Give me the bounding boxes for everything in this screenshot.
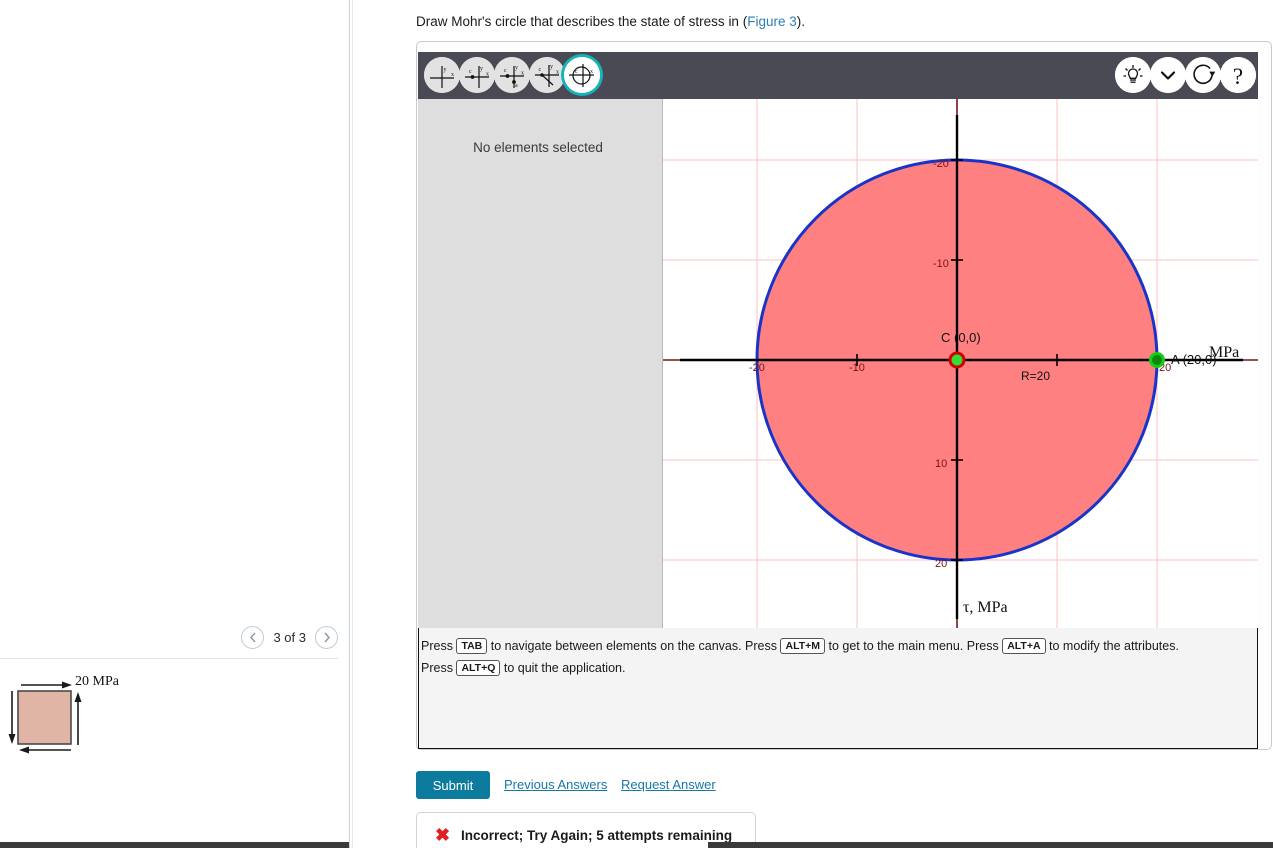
question-prompt: Draw Mohr's circle that describes the st…: [416, 14, 805, 29]
svg-text:y: y: [515, 65, 518, 71]
svg-text:x: x: [590, 69, 593, 75]
pager-divider: [0, 658, 338, 659]
svg-text:x: x: [451, 72, 454, 78]
chevron-down-icon: [1150, 57, 1186, 93]
svg-text:c: c: [539, 67, 542, 73]
key-alt-m: ALT+M: [780, 638, 825, 654]
tool-axes-button[interactable]: y x: [424, 57, 460, 93]
question-prefix: Draw Mohr's circle that describes the st…: [416, 14, 748, 29]
stress-square: [17, 690, 72, 745]
error-x-icon: ✖: [435, 825, 451, 845]
key-alt-q: ALT+Q: [456, 660, 501, 676]
page-root: 3 of 3 20 MPa Draw Mohr's circle that de…: [0, 0, 1273, 848]
tau-axis-label: τ, MPa: [963, 599, 1008, 616]
circle-two-point-tool-icon: c y x a: [494, 57, 530, 93]
bottom-bar-left: [0, 842, 349, 848]
key-alt-a: ALT+A: [1002, 638, 1046, 654]
reset-button[interactable]: [1185, 57, 1221, 93]
radius-annotation: R=20: [1021, 369, 1050, 383]
drawing-canvas-area[interactable]: No elements selected -20 -10 20 -20 -10 …: [418, 99, 1258, 628]
mohr-circle-plot[interactable]: -20 -10 20 -20 -10 10 20 R=20 C (0,0) A …: [662, 99, 1258, 628]
bottom-bar-right: [708, 842, 1273, 848]
key-tab: TAB: [456, 638, 488, 654]
stress-element-figure: [0, 663, 338, 848]
figure-pager: 3 of 3: [0, 622, 338, 652]
point-c-marker[interactable]: [948, 351, 966, 369]
request-answer-link[interactable]: Request Answer: [621, 777, 716, 792]
instr1-part4: to modify the attributes.: [1045, 639, 1179, 653]
feedback-banner: ✖ Incorrect; Try Again; 5 attempts remai…: [416, 812, 756, 848]
ytick-20: 20: [935, 558, 947, 570]
circle-center-tool-icon: c y x: [459, 57, 495, 93]
ytick-10: 10: [935, 458, 947, 470]
instr1-part3: to get to the main menu. Press: [825, 639, 1003, 653]
pager-prev-button[interactable]: [241, 625, 265, 649]
previous-answers-link[interactable]: Previous Answers: [504, 777, 607, 792]
xtick--10: -10: [849, 362, 865, 374]
instruction-line-1: Press TAB to navigate between elements o…: [421, 635, 1251, 657]
axes-tool-icon: y x: [424, 57, 460, 93]
svg-text:x: x: [556, 70, 559, 76]
submit-button[interactable]: Submit: [416, 771, 490, 799]
svg-text:y: y: [480, 66, 483, 72]
svg-text:a: a: [515, 83, 518, 89]
mohr-circle-svg: -20 -10 20 -20 -10 10 20 R=20 C (0,0) A …: [663, 99, 1258, 628]
instr1-part2: to navigate between elements on the canv…: [487, 639, 781, 653]
hint-bulb-icon: [1115, 57, 1151, 93]
more-options-button[interactable]: [1150, 57, 1186, 93]
instruction-line-2: Press ALT+Q to quit the application.: [421, 657, 1251, 679]
stress-element-diagram: [8, 681, 82, 754]
svg-text:y: y: [444, 67, 447, 73]
chevron-left-icon: [250, 632, 256, 642]
pager-label: 3 of 3: [273, 629, 306, 645]
svg-text:y: y: [550, 64, 553, 70]
point-a-marker[interactable]: [1149, 352, 1165, 368]
ytick--20: -20: [933, 158, 949, 170]
sigma-axis-label: MPa: [1209, 344, 1239, 361]
svg-text:x: x: [521, 71, 524, 77]
question-pane: Draw Mohr's circle that describes the st…: [354, 0, 1273, 848]
xtick--20: -20: [749, 362, 765, 374]
pane-divider-secondary: [352, 0, 353, 848]
tool-circle-line-button[interactable]: c y x: [529, 57, 565, 93]
tool-circle-two-point-button[interactable]: c y x a: [494, 57, 530, 93]
drawing-toolbar: y x c y x c y x a c y x c x ?: [418, 52, 1258, 99]
mohr-circle-tool-icon: c x: [564, 57, 600, 93]
ytick--10: -10: [933, 258, 949, 270]
chevron-right-icon: [323, 632, 330, 642]
help-button[interactable]: ?: [1220, 57, 1256, 93]
tool-mohr-circle-button[interactable]: c x: [564, 57, 600, 93]
question-suffix: ).: [796, 14, 805, 29]
left-figure-pane: 3 of 3 20 MPa: [0, 0, 349, 848]
help-icon: ?: [1220, 57, 1256, 93]
feedback-message: Incorrect; Try Again; 5 attempts remaini…: [461, 828, 733, 843]
tool-circle-center-button[interactable]: c y x: [459, 57, 495, 93]
svg-text:x: x: [486, 72, 489, 78]
figure-link[interactable]: Figure 3: [747, 14, 797, 29]
figure-stress-label: 20 MPa: [75, 674, 119, 689]
svg-text:c: c: [469, 69, 472, 75]
drawing-app-frame: y x c y x c y x a c y x c x ? No element…: [416, 41, 1272, 750]
svg-text:c: c: [504, 68, 507, 74]
instr2-part2: to quit the application.: [500, 661, 626, 675]
svg-text:?: ?: [1233, 64, 1243, 89]
pane-divider: [349, 0, 350, 848]
reset-icon: [1185, 57, 1221, 93]
instr1-part1: Press: [421, 639, 457, 653]
selection-status: No elements selected: [473, 140, 603, 155]
hint-button[interactable]: [1115, 57, 1151, 93]
pager-next-button[interactable]: [315, 625, 338, 649]
canvas-instructions: Press TAB to navigate between elements o…: [421, 635, 1251, 679]
instr2-part1: Press: [421, 661, 457, 675]
svg-text:c: c: [575, 69, 578, 75]
circle-line-tool-icon: c y x: [529, 57, 565, 93]
point-c-label: C (0,0): [941, 330, 981, 345]
